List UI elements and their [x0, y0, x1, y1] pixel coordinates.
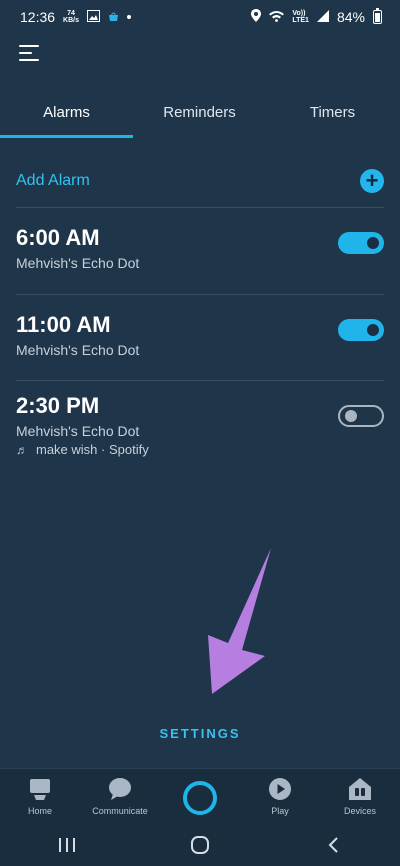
- system-nav: [0, 824, 400, 866]
- nav-communicate-label: Communicate: [92, 806, 148, 816]
- nav-devices-label: Devices: [343, 806, 376, 816]
- home-button[interactable]: [170, 830, 230, 860]
- recent-apps-button[interactable]: [37, 830, 97, 860]
- back-button[interactable]: [303, 830, 363, 860]
- house-devices-icon: [346, 776, 374, 802]
- alexa-ring-icon: [183, 781, 217, 815]
- chat-bubble-icon: [106, 776, 134, 802]
- nav-devices[interactable]: Devices: [320, 769, 400, 824]
- nav-communicate[interactable]: Communicate: [80, 769, 160, 824]
- nav-alexa[interactable]: [160, 769, 240, 824]
- back-chevron-icon: [328, 837, 339, 853]
- settings-button[interactable]: SETTINGS: [0, 726, 400, 741]
- nav-play[interactable]: Play: [240, 769, 320, 824]
- play-circle-icon: [266, 776, 294, 802]
- echo-device-icon: [26, 776, 54, 802]
- nav-play-label: Play: [271, 806, 289, 816]
- nav-home-label: Home: [27, 806, 52, 816]
- recent-apps-icon: [58, 838, 75, 852]
- bottom-nav: Home Communicate Play Devices: [0, 768, 400, 824]
- home-circle-icon: [190, 836, 209, 854]
- nav-home[interactable]: Home: [0, 769, 80, 824]
